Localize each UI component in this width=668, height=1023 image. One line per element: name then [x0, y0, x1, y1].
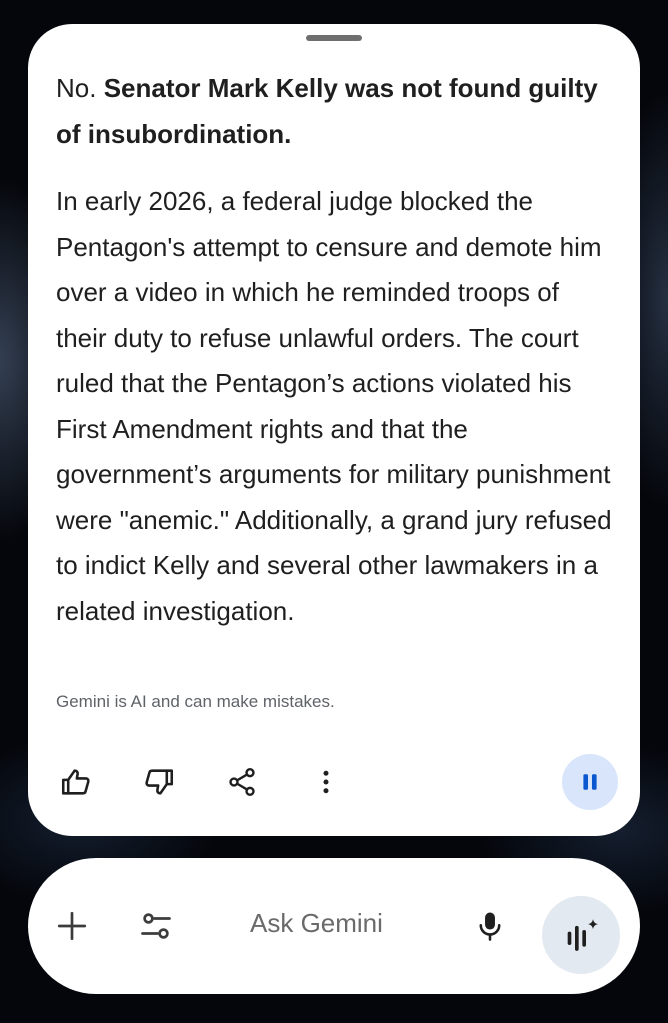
response-actions [28, 754, 640, 810]
mic-icon [479, 912, 501, 941]
pause-icon [583, 774, 597, 790]
mic-button[interactable] [468, 904, 512, 948]
more-options-button[interactable] [304, 760, 348, 804]
gemini-live-icon [567, 919, 598, 951]
add-button[interactable] [50, 904, 94, 948]
thumbs-down-icon [145, 769, 174, 795]
ask-input[interactable]: Ask Gemini [250, 908, 383, 939]
tools-button[interactable] [134, 904, 178, 948]
more-vert-icon [323, 770, 329, 794]
pause-button[interactable] [562, 754, 618, 810]
input-bar: Ask Gemini [28, 858, 640, 994]
response-body: In early 2026, a federal judge blocked t… [56, 186, 612, 626]
response-card: No. Senator Mark Kelly was not found gui… [28, 24, 640, 836]
lead-prefix: No. [56, 73, 104, 103]
gemini-live-button[interactable] [542, 896, 620, 974]
response-lead: No. Senator Mark Kelly was not found gui… [56, 66, 616, 157]
lead-bold: Senator Mark Kelly was not found guilty … [56, 73, 598, 149]
thumbs-up-icon [61, 769, 90, 795]
disclaimer: Gemini is AI and can make mistakes. [56, 692, 335, 711]
share-icon [229, 768, 255, 796]
thumbs-down-button[interactable] [137, 760, 181, 804]
drag-handle[interactable] [306, 35, 362, 41]
response-text: No. Senator Mark Kelly was not found gui… [56, 66, 616, 634]
plus-icon [57, 911, 87, 941]
thumbs-up-button[interactable] [54, 760, 98, 804]
share-button[interactable] [220, 760, 264, 804]
tune-icon [141, 913, 171, 939]
